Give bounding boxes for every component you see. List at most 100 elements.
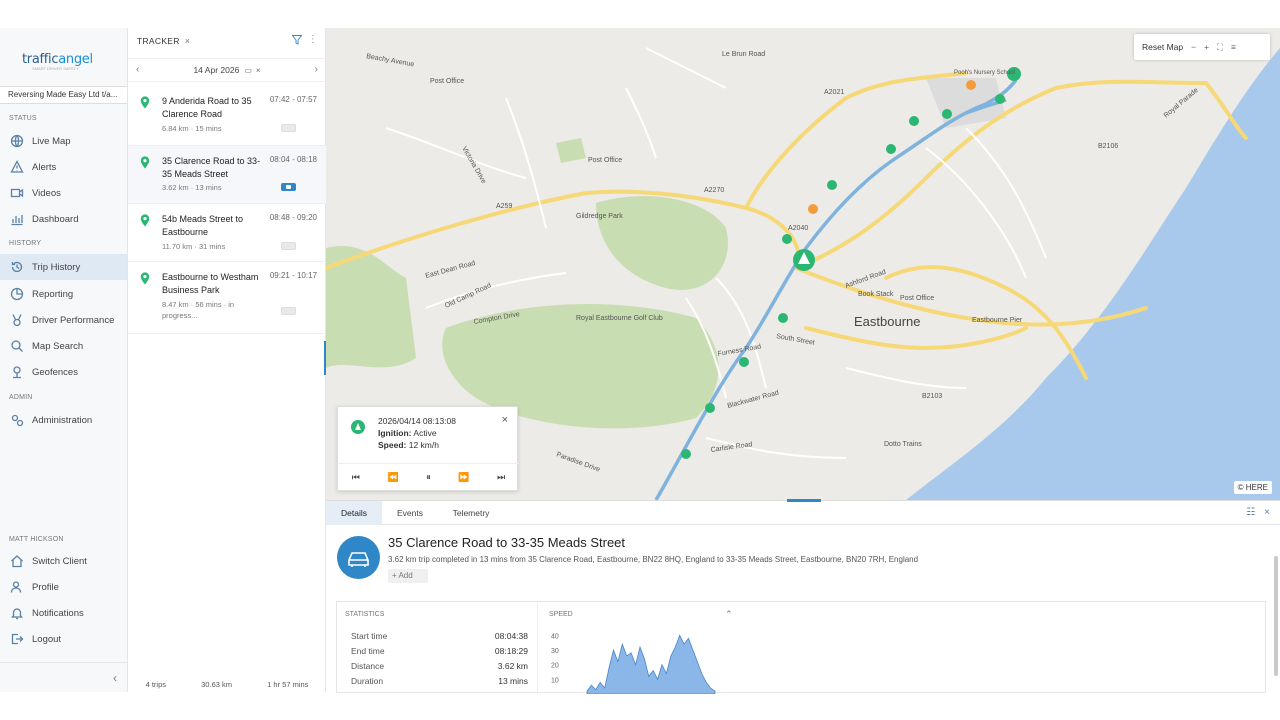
- date-value[interactable]: 14 Apr 2026: [193, 65, 239, 75]
- trip-toggle[interactable]: [281, 183, 296, 191]
- trip-time: 09:21 - 10:17: [269, 271, 317, 280]
- trip-toggle[interactable]: [281, 124, 296, 132]
- zoom-in-button[interactable]: +: [1204, 42, 1209, 52]
- menu-icon[interactable]: ≡: [1231, 42, 1236, 52]
- trip-item[interactable]: 35 Clarence Road to 33-35 Meads Street 0…: [128, 146, 326, 204]
- tracker-panel: TRACKER × ⋮ ‹ 14 Apr 2026 ▭ × › 9 Anderi…: [128, 28, 327, 692]
- trip-time: 08:48 - 09:20: [269, 213, 317, 222]
- nav-driver-performance[interactable]: Driver Performance: [0, 307, 127, 333]
- map-label-nursery: Pooh's Nursery School: [954, 70, 1015, 76]
- vehicle-marker-icon: [351, 420, 365, 434]
- fullscreen-icon[interactable]: ⛶: [1217, 42, 1223, 53]
- tab-details[interactable]: Details: [326, 501, 382, 525]
- tab-telemetry[interactable]: Telemetry: [438, 501, 504, 525]
- trip-toggle[interactable]: [281, 307, 296, 315]
- tracker-title: TRACKER: [137, 36, 180, 46]
- stat-duration: Duration 13 mins: [351, 676, 528, 686]
- prev-date-button[interactable]: ‹: [136, 64, 139, 75]
- tracker-header: TRACKER × ⋮: [128, 28, 326, 54]
- close-icon[interactable]: ×: [502, 414, 508, 426]
- playback-controls: ⏮ ⏪ ⏸ ⏩ ⏭: [338, 463, 519, 491]
- zoom-out-button[interactable]: −: [1191, 42, 1196, 52]
- rewind-icon[interactable]: ⏪: [387, 472, 398, 483]
- statistics-panel: Statistics Speed ⌃ Start time 08:04:38 En…: [336, 601, 1266, 694]
- date-navigator: ‹ 14 Apr 2026 ▭ × ›: [128, 58, 326, 82]
- nav-geofences[interactable]: Geofences: [0, 359, 127, 385]
- nav-videos[interactable]: Videos: [0, 180, 127, 206]
- settings-icon[interactable]: ☷: [1246, 507, 1255, 518]
- trip-title: 54b Meads Street to Eastbourne: [162, 214, 244, 237]
- next-date-button[interactable]: ›: [315, 64, 318, 75]
- logout-icon: [11, 633, 24, 645]
- chart-icon: [11, 215, 23, 226]
- fast-forward-icon[interactable]: ⏩: [458, 472, 469, 483]
- map-label-b2103: B2103: [922, 393, 942, 400]
- nav-live-map[interactable]: Live Map: [0, 128, 127, 154]
- total-duration: 1 hr 57 mins: [267, 679, 309, 689]
- nav-alerts[interactable]: Alerts: [0, 154, 127, 180]
- section-status: Status: [9, 115, 37, 122]
- speed-chart: 40 30 20 10: [551, 633, 716, 694]
- bell-icon: [10, 608, 24, 620]
- stat-start-time: Start time 08:04:38: [351, 631, 528, 641]
- map-pin-icon: [140, 96, 150, 109]
- nav-reporting[interactable]: Reporting: [0, 281, 127, 307]
- close-icon[interactable]: ×: [1264, 507, 1270, 518]
- sidebar: trafficangel SMART DRIVER SAFETY Reversi…: [0, 28, 128, 692]
- filter-icon[interactable]: [292, 35, 302, 45]
- clear-date-icon[interactable]: ×: [256, 66, 261, 75]
- reset-map-button[interactable]: Reset Map: [1142, 42, 1183, 52]
- pause-icon[interactable]: ⏸: [426, 472, 431, 483]
- details-panel: Details Events Telemetry ☷ × 35 Clarence…: [326, 499, 1280, 694]
- nav-map-search[interactable]: Map Search: [0, 333, 127, 359]
- map-view[interactable]: Eastbourne Gildredge Park Royal Eastbour…: [326, 28, 1280, 500]
- nav-logout[interactable]: Logout: [0, 626, 127, 652]
- app-window: trafficangel SMART DRIVER SAFETY Reversi…: [0, 28, 1280, 694]
- trip-summary: 4 trips 30.63 km 1 hr 57 mins: [128, 676, 326, 692]
- more-icon[interactable]: ⋮: [308, 35, 318, 45]
- trip-item[interactable]: Eastbourne to Westham Business Park 09:2…: [128, 262, 326, 334]
- trip-meta: 8.47 km · 56 mins · in progress...: [162, 300, 235, 320]
- trip-item[interactable]: 9 Anderida Road to 35 Clarence Road 07:4…: [128, 86, 326, 146]
- sidebar-collapse-button[interactable]: ‹: [0, 662, 127, 692]
- close-icon[interactable]: ×: [185, 36, 191, 46]
- home-icon: [11, 555, 23, 568]
- scrollbar[interactable]: [1274, 556, 1278, 676]
- company-selector[interactable]: Reversing Made Easy Ltd t/a...: [0, 86, 127, 104]
- popup-time: 2026/04/14 08:13:08: [378, 416, 456, 426]
- map-controls: Reset Map − + ⛶ ≡: [1134, 34, 1270, 60]
- y-tick-label: 30: [551, 648, 559, 655]
- tab-events[interactable]: Events: [382, 501, 438, 525]
- trip-title: 9 Anderida Road to 35 Clarence Road: [162, 96, 252, 119]
- section-history: History: [9, 240, 42, 247]
- car-avatar: [337, 536, 380, 579]
- trip-meta: 3.62 km · 13 mins: [162, 183, 222, 192]
- y-tick-label: 40: [551, 633, 559, 640]
- medal-icon: [12, 314, 22, 327]
- map-label-le-brun: Le Brun Road: [722, 51, 765, 58]
- nav-switch-client[interactable]: Switch Client: [0, 548, 127, 574]
- map-label-a259: A259: [496, 203, 512, 210]
- statistics-heading: Statistics: [345, 611, 385, 618]
- skip-end-icon[interactable]: ⏭: [497, 472, 505, 483]
- trip-detail-description: 3.62 km trip completed in 13 mins from 3…: [388, 555, 919, 564]
- chevron-up-icon[interactable]: ⌃: [725, 609, 733, 620]
- nav-dashboard[interactable]: Dashboard: [0, 206, 127, 232]
- nav-administration[interactable]: Administration: [0, 407, 127, 433]
- calendar-icon[interactable]: ▭: [244, 66, 252, 75]
- map-label-golf: Royal Eastbourne Golf Club: [576, 315, 663, 322]
- trip-toggle[interactable]: [281, 242, 296, 250]
- cogs-icon: [11, 414, 24, 427]
- traffic-angel-logo[interactable]: trafficangel SMART DRIVER SAFETY: [22, 50, 102, 72]
- skip-start-icon[interactable]: ⏮: [352, 472, 360, 483]
- nav-notifications[interactable]: Notifications: [0, 600, 127, 626]
- nav-trip-history[interactable]: Trip History: [0, 254, 127, 280]
- popup-speed: Speed: 12 km/h: [378, 440, 439, 450]
- report-icon: [10, 287, 24, 301]
- nav-profile[interactable]: Profile: [0, 574, 127, 600]
- trip-item[interactable]: 54b Meads Street to Eastbourne 08:48 - 0…: [128, 204, 326, 262]
- add-tag-button[interactable]: + Add: [388, 569, 428, 583]
- map-label-post-office-2: Post Office: [588, 157, 622, 164]
- map-pin-icon: [140, 156, 150, 169]
- trip-time: 07:42 - 07:57: [269, 95, 317, 104]
